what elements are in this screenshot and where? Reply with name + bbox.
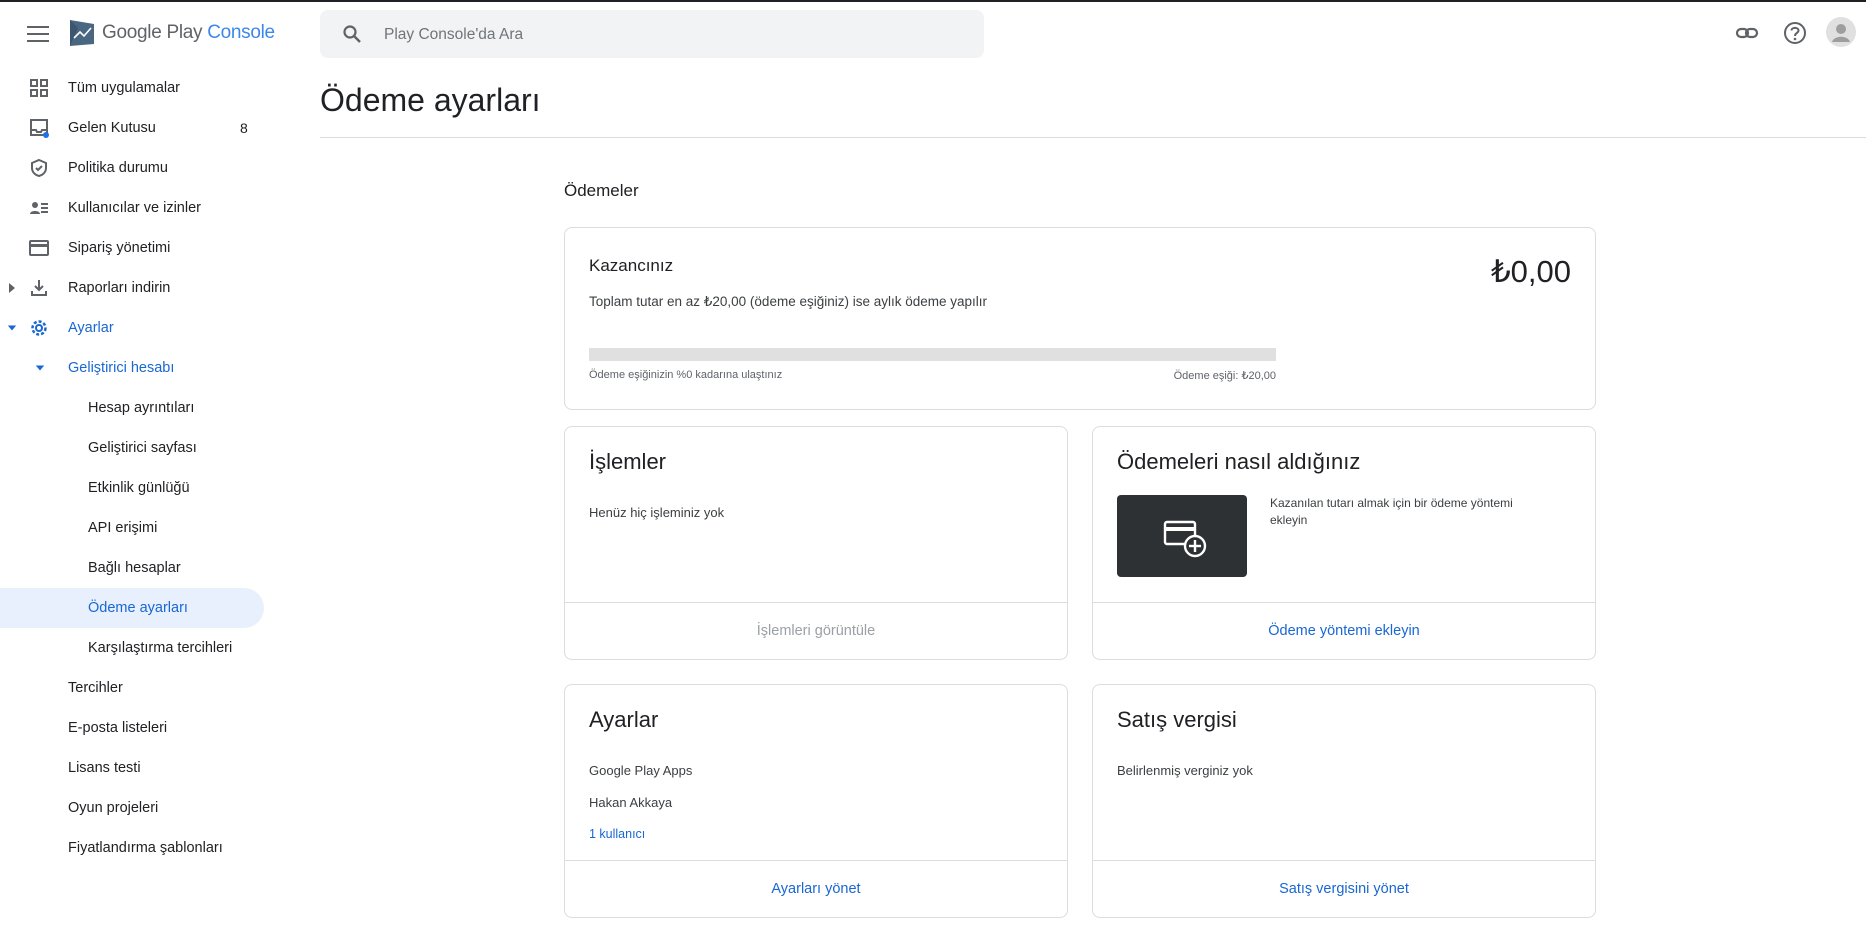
transactions-card: İşlemler Henüz hiç işleminiz yok İşlemle… (564, 426, 1068, 660)
add-payment-method-button[interactable]: Ödeme yöntemi ekleyin (1268, 623, 1420, 639)
section-title: Ödemeler (564, 181, 639, 200)
payment-methods-footer: Ödeme yöntemi ekleyin (1093, 602, 1595, 659)
sidebar-item-api-access[interactable]: API erişimi (0, 508, 265, 548)
sidebar-item-activity-log[interactable]: Etkinlik günlüğü (0, 468, 265, 508)
caret-right-icon[interactable] (7, 282, 17, 294)
payment-methods-description: Kazanılan tutarı almak için bir ödeme yö… (1270, 496, 1513, 527)
menu-icon[interactable] (27, 26, 49, 42)
settings-title: Ayarlar (589, 707, 659, 732)
earnings-amount: ₺0,00 (1490, 254, 1571, 289)
sidebar-item-developer-account[interactable]: Geliştirici hesabı (0, 348, 265, 388)
sidebar-item-users-permissions[interactable]: Kullanıcılar ve izinler (0, 188, 265, 228)
sidebar-item-email-lists[interactable]: E-posta listeleri (0, 708, 265, 748)
sidebar-item-all-apps[interactable]: Tüm uygulamalar (0, 68, 265, 108)
sidebar-item-label: Ayarlar (68, 320, 114, 336)
sidebar-item-label: API erişimi (88, 520, 158, 536)
sidebar-item-download-reports[interactable]: Raporları indirin (0, 268, 265, 308)
sidebar-item-developer-page[interactable]: Geliştirici sayfası (0, 428, 265, 468)
transactions-title: İşlemler (589, 449, 667, 474)
sidebar-item-label: Gelen Kutusu (68, 120, 156, 136)
sidebar-item-label: Tüm uygulamalar (68, 80, 181, 96)
sidebar: Google Play Console Tüm uygulamalar Gele… (0, 2, 275, 941)
manage-settings-button[interactable]: Ayarları yönet (771, 881, 860, 897)
payment-methods-title: Ödemeleri nasıl aldığınız (1117, 449, 1361, 474)
settings-card: Ayarlar Google Play Apps Hakan Akkaya 1 … (564, 684, 1068, 918)
shield-check-icon (31, 158, 47, 178)
sidebar-item-preferences[interactable]: Tercihler (0, 668, 265, 708)
help-icon[interactable] (1782, 20, 1808, 46)
window-top-border (0, 0, 1866, 2)
sales-tax-card: Satış vergisi Belirlenmiş verginiz yok S… (1092, 684, 1596, 918)
search-icon (343, 25, 361, 43)
sidebar-item-linked-accounts[interactable]: Bağlı hesaplar (0, 548, 265, 588)
sidebar-item-policy-status[interactable]: Politika durumu (0, 148, 265, 188)
sidebar-item-label: Geliştirici hesabı (68, 360, 175, 376)
search-input[interactable] (382, 22, 946, 48)
users-list-icon (30, 202, 48, 214)
settings-owner-name: Hakan Akkaya (589, 795, 673, 810)
transactions-empty-text: Henüz hiç işleminiz yok (589, 505, 725, 520)
sidebar-item-label: Fiyatlandırma şablonları (68, 840, 223, 856)
credit-card-icon (29, 240, 49, 256)
progress-status-text: Ödeme eşiğinizin %0 kadarına ulaştınız (589, 369, 783, 381)
add-payment-method-tile[interactable] (1117, 495, 1247, 577)
sidebar-item-label: Sipariş yönetimi (68, 240, 171, 256)
sales-tax-empty-text: Belirlenmiş verginiz yok (1117, 763, 1253, 778)
payout-progress-bar (589, 348, 1276, 361)
settings-footer: Ayarları yönet (565, 860, 1067, 917)
search-bar[interactable] (320, 10, 984, 58)
sidebar-item-label: Etkinlik günlüğü (88, 480, 190, 496)
sidebar-item-settings[interactable]: Ayarlar (0, 308, 265, 348)
payout-threshold-text: Ödeme eşiği: ₺20,00 (1173, 370, 1276, 382)
sidebar-item-label: Karşılaştırma tercihleri (88, 640, 233, 656)
link-icon[interactable] (1734, 20, 1760, 46)
logo-text: Google Play Console (102, 22, 275, 43)
sidebar-item-label: Geliştirici sayfası (88, 440, 197, 456)
sidebar-item-game-projects[interactable]: Oyun projeleri (0, 788, 265, 828)
avatar[interactable] (1826, 17, 1856, 47)
sidebar-item-license-testing[interactable]: Lisans testi (0, 748, 265, 788)
sidebar-item-label: Politika durumu (68, 160, 168, 176)
play-console-logo[interactable]: Google Play Console (68, 18, 275, 48)
sidebar-item-label: Lisans testi (68, 760, 141, 776)
add-card-icon (1163, 520, 1207, 558)
sales-tax-title: Satış vergisi (1117, 707, 1237, 732)
sidebar-item-label: Kullanıcılar ve izinler (68, 200, 201, 216)
earnings-label: Kazancınız (589, 256, 674, 275)
gear-icon (31, 320, 47, 336)
sidebar-item-pricing-templates[interactable]: Fiyatlandırma şablonları (0, 828, 265, 868)
sidebar-item-label: E-posta listeleri (68, 720, 168, 736)
transactions-footer: İşlemleri görüntüle (565, 602, 1067, 659)
view-transactions-button[interactable]: İşlemleri görüntüle (757, 623, 875, 639)
earnings-description: Toplam tutar en az ₺20,00 (ödeme eşiğini… (589, 294, 988, 309)
apps-grid-icon (30, 79, 48, 97)
settings-account-name: Google Play Apps (589, 763, 693, 778)
sidebar-item-label: Raporları indirin (68, 280, 171, 296)
page-title: Ödeme ayarları (320, 82, 541, 118)
manage-sales-tax-button[interactable]: Satış vergisini yönet (1279, 881, 1409, 897)
sales-tax-footer: Satış vergisini yönet (1093, 860, 1595, 917)
sidebar-item-order-management[interactable]: Sipariş yönetimi (0, 228, 265, 268)
sidebar-item-label: Bağlı hesaplar (88, 560, 181, 576)
sidebar-nav: Tüm uygulamalar Gelen Kutusu 8 Politika … (0, 68, 265, 868)
caret-down-icon[interactable] (35, 362, 45, 374)
title-divider (320, 137, 1866, 138)
settings-users-link[interactable]: 1 kullanıcı (589, 827, 645, 841)
caret-down-icon[interactable] (7, 322, 17, 334)
download-icon (31, 280, 47, 296)
play-console-logo-icon (70, 20, 94, 46)
sidebar-item-label: Oyun projeleri (68, 800, 159, 816)
sidebar-item-account-details[interactable]: Hesap ayrıntıları (0, 388, 265, 428)
sidebar-item-comparison-preferences[interactable]: Karşılaştırma tercihleri (0, 628, 265, 668)
payment-methods-card: Ödemeleri nasıl aldığınız Kazanılan tuta… (1092, 426, 1596, 660)
sidebar-item-inbox[interactable]: Gelen Kutusu 8 (0, 108, 265, 148)
sidebar-item-label: Hesap ayrıntıları (88, 400, 195, 416)
earnings-card: Kazancınız ₺0,00 Toplam tutar en az ₺20,… (564, 227, 1596, 410)
inbox-icon (30, 119, 49, 138)
inbox-count-badge: 8 (240, 120, 248, 136)
sidebar-item-label: Ödeme ayarları (88, 600, 188, 616)
sidebar-item-payment-settings[interactable]: Ödeme ayarları (0, 588, 265, 628)
sidebar-item-label: Tercihler (68, 680, 123, 696)
